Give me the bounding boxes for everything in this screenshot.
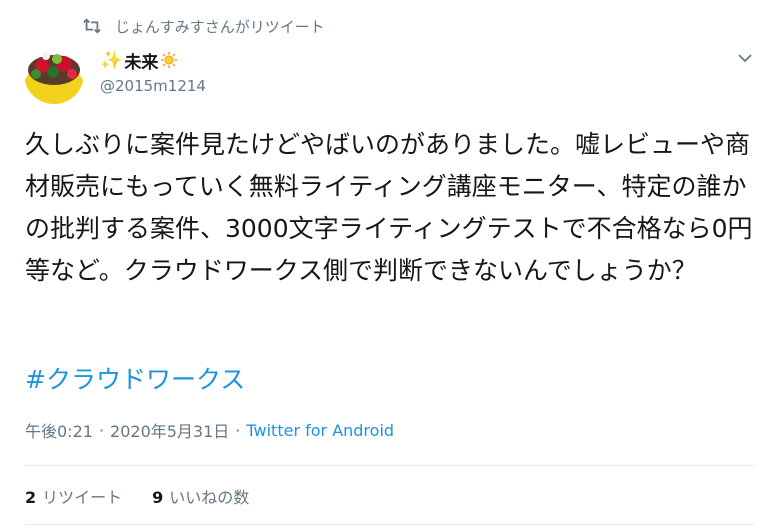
retweet-stat[interactable]: 2 リツイート — [25, 484, 122, 508]
sun-icon — [161, 51, 178, 69]
hashtag-link[interactable]: #クラウドワークス — [25, 359, 245, 401]
meta-separator: · — [98, 420, 105, 440]
like-count: 9 — [152, 488, 164, 507]
meta-separator: · — [235, 420, 241, 440]
tweet-date[interactable]: 2020年5月31日 — [110, 418, 229, 442]
like-stat[interactable]: 9 いいねの数 — [152, 484, 249, 508]
tweet-time[interactable]: 午後0:21 — [25, 418, 93, 442]
author-name-row[interactable]: ✨ 未来 — [100, 48, 178, 73]
chevron-down-icon[interactable] — [737, 50, 753, 66]
retweet-indicator[interactable]: じょんすみすさんがリツイート — [81, 14, 325, 38]
divider — [25, 524, 755, 525]
author-name[interactable]: 未来 — [124, 48, 158, 73]
retweet-stat-label: リツイート — [42, 488, 123, 507]
like-stat-label: いいねの数 — [169, 488, 250, 507]
avatar-image — [24, 44, 84, 104]
sparkle-emoji: ✨ — [100, 49, 123, 71]
retweet-icon — [83, 18, 101, 34]
tweet-stats: 2 リツイート 9 いいねの数 — [25, 484, 249, 508]
avatar[interactable] — [24, 44, 84, 104]
tweet-body: 久しぶりに案件見たけどやばいのがありました。嘘レビューや商材販売にもっていく無料… — [25, 130, 753, 285]
retweet-count: 2 — [25, 488, 37, 507]
retweet-label: じょんすみすさんがリツイート — [115, 17, 325, 36]
tweet-meta: 午後0:21 · 2020年5月31日 · Twitter for Androi… — [25, 418, 394, 442]
author-handle[interactable]: @2015m1214 — [100, 77, 206, 95]
divider — [25, 465, 755, 466]
tweet-source[interactable]: Twitter for Android — [246, 421, 394, 440]
